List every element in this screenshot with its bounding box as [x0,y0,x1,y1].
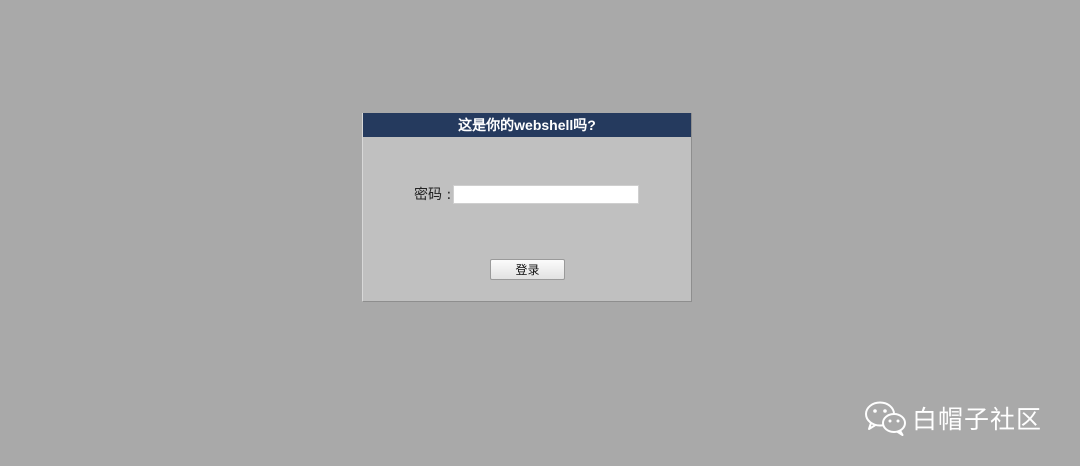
watermark: 白帽子社区 [864,400,1042,436]
wechat-icon [865,401,906,436]
login-button[interactable]: 登录 [490,259,565,280]
password-label: 密码 : [414,187,452,203]
login-panel: 这是你的webshell吗? 密码 : 登录 [362,113,692,302]
password-row: 密码 : [414,184,640,204]
watermark-text: 白帽子社区 [912,405,1043,434]
password-input[interactable] [453,184,640,204]
panel-title: 这是你的webshell吗? [363,113,691,137]
